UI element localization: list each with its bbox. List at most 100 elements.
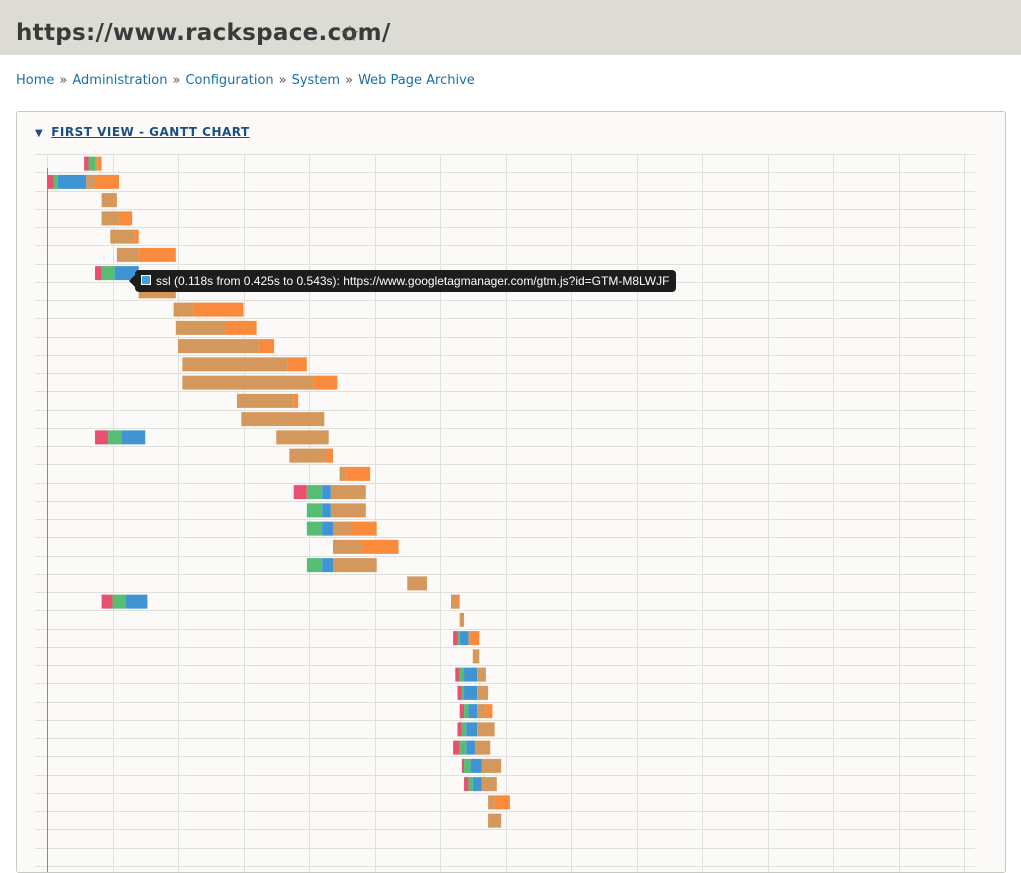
gantt-bar-download bbox=[95, 174, 120, 189]
gantt-bar-ttfb bbox=[477, 722, 495, 737]
panel-legend-text: FIRST VIEW - GANTT CHART bbox=[51, 125, 250, 139]
gantt-chart-panel: ▼ FIRST VIEW - GANTT CHART ssl (0.118s fr… bbox=[16, 111, 1006, 873]
gantt-bar-download bbox=[313, 375, 338, 390]
breadcrumb-home[interactable]: Home bbox=[16, 73, 54, 88]
page-title: https://www.rackspace.com/ bbox=[16, 20, 391, 46]
gantt-bar-dns bbox=[457, 685, 462, 700]
breadcrumb-configuration[interactable]: Configuration bbox=[185, 73, 273, 88]
gantt-bar-dns bbox=[95, 266, 102, 281]
gantt-bar-download bbox=[293, 393, 299, 408]
breadcrumb-separator: » bbox=[59, 73, 68, 88]
gantt-bar-ttfb bbox=[175, 320, 227, 335]
gantt-bar-ttfb bbox=[241, 412, 325, 427]
gantt-bar-dns bbox=[453, 631, 458, 646]
gantt-bar-dns bbox=[461, 758, 465, 773]
gantt-bar-download bbox=[138, 247, 176, 262]
gantt-bar-ttfb bbox=[110, 229, 135, 244]
gantt-bar-ttfb bbox=[95, 156, 98, 171]
gantt-bar-ssl bbox=[322, 558, 334, 573]
gantt-chart bbox=[35, 154, 975, 872]
tooltip-text: ssl (0.118s from 0.425s to 0.543s): http… bbox=[156, 274, 670, 288]
gantt-bar-connect bbox=[468, 777, 473, 792]
gantt-bar-ttfb bbox=[474, 740, 491, 755]
gantt-bar-download bbox=[457, 594, 460, 609]
breadcrumb-separator: » bbox=[278, 73, 287, 88]
gantt-bar-ssl bbox=[468, 704, 478, 719]
gantt-bar-dns bbox=[453, 740, 460, 755]
gantt-bar-ttfb bbox=[450, 594, 458, 609]
gantt-bar-ssl bbox=[466, 722, 478, 737]
tooltip: ssl (0.118s from 0.425s to 0.543s): http… bbox=[129, 270, 677, 292]
breadcrumb-web-page-archive[interactable]: Web Page Archive bbox=[358, 73, 475, 88]
star-outline-icon[interactable]: ☆ bbox=[340, 22, 360, 48]
gantt-bar-download bbox=[346, 466, 371, 481]
gantt-bar-ssl bbox=[57, 174, 87, 189]
gantt-bar-ttfb bbox=[178, 339, 259, 354]
gantt-bar-connect bbox=[461, 722, 467, 737]
gantt-bar-ttfb bbox=[330, 485, 366, 500]
gantt-bar-dns bbox=[459, 704, 465, 719]
breadcrumb-administration[interactable]: Administration bbox=[72, 73, 167, 88]
gantt-bar-download bbox=[470, 631, 480, 646]
gantt-bar-ssl bbox=[464, 685, 478, 700]
gantt-bar-connect bbox=[306, 558, 323, 573]
gantt-bar-dns bbox=[84, 156, 89, 171]
gantt-bar-ttfb bbox=[86, 174, 96, 189]
gantt-bar-dns bbox=[101, 594, 113, 609]
gantt-bar-connect bbox=[464, 704, 469, 719]
gantt-bar-ttfb bbox=[339, 466, 347, 481]
gantt-bar-connect bbox=[108, 430, 122, 445]
gantt-bar-download bbox=[134, 229, 139, 244]
gantt-bar-connect bbox=[459, 740, 467, 755]
gantt-bar-dns bbox=[47, 174, 54, 189]
gantt-bar-ttfb bbox=[477, 685, 489, 700]
page-header: https://www.rackspace.com/ ☆ bbox=[0, 0, 1021, 55]
gantt-bar-ttfb bbox=[101, 211, 120, 226]
gantt-bar-ttfb bbox=[477, 704, 486, 719]
tooltip-swatch bbox=[141, 275, 151, 285]
gantt-bar-ttfb bbox=[481, 777, 497, 792]
gantt-bar-ssl bbox=[121, 430, 146, 445]
gantt-bar-ttfb bbox=[330, 503, 366, 518]
gantt-bar-ssl bbox=[470, 758, 482, 773]
gantt-bar-download bbox=[226, 320, 257, 335]
gantt-bar-ttfb bbox=[333, 521, 351, 536]
gantt-bar-ttfb bbox=[182, 357, 288, 372]
gantt-bar-ssl bbox=[466, 740, 475, 755]
gantt-bar-connect bbox=[306, 521, 323, 536]
gantt-bar-connect bbox=[112, 594, 126, 609]
gantt-bar-dns bbox=[464, 777, 469, 792]
gantt-bar-ttfb bbox=[488, 795, 495, 810]
gantt-bar-download bbox=[350, 521, 377, 536]
gantt-bar-ttfb bbox=[289, 448, 327, 463]
gantt-bar-ttfb bbox=[407, 576, 427, 591]
gantt-bar-ttfb bbox=[101, 193, 117, 208]
gantt-bar-ssl bbox=[322, 521, 334, 536]
gantt-bar-ttfb bbox=[477, 667, 486, 682]
gantt-bar-dns bbox=[455, 667, 460, 682]
gantt-bar-connect bbox=[306, 485, 323, 500]
gantt-bar-connect bbox=[101, 266, 115, 281]
breadcrumb-separator: » bbox=[345, 73, 354, 88]
gantt-bar-dns bbox=[457, 722, 462, 737]
panel-toggle[interactable]: ▼ FIRST VIEW - GANTT CHART bbox=[35, 125, 250, 139]
gantt-bar-ttfb bbox=[276, 430, 329, 445]
gantt-bar-connect bbox=[306, 503, 323, 518]
gantt-bar-connect bbox=[88, 156, 96, 171]
gantt-bar-download bbox=[361, 539, 399, 554]
breadcrumb: Home » Administration » Configuration » System… bbox=[16, 73, 475, 88]
gantt-bar-download bbox=[494, 795, 510, 810]
gantt-bar-download bbox=[326, 448, 334, 463]
gantt-bar-ttfb bbox=[468, 631, 471, 646]
gantt-bar-connect bbox=[457, 631, 460, 646]
gantt-bar-ssl bbox=[125, 594, 148, 609]
gantt-bar-connect bbox=[464, 758, 471, 773]
gantt-bar-ttfb bbox=[333, 558, 377, 573]
tooltip-pointer bbox=[129, 275, 135, 287]
gantt-bar-ssl bbox=[322, 503, 331, 518]
gantt-bar-ttfb bbox=[481, 758, 502, 773]
gantt-bar-ttfb bbox=[116, 247, 139, 262]
gantt-bar-ttfb bbox=[333, 539, 362, 554]
breadcrumb-system[interactable]: System bbox=[292, 73, 340, 88]
gantt-bar-connect bbox=[53, 174, 58, 189]
